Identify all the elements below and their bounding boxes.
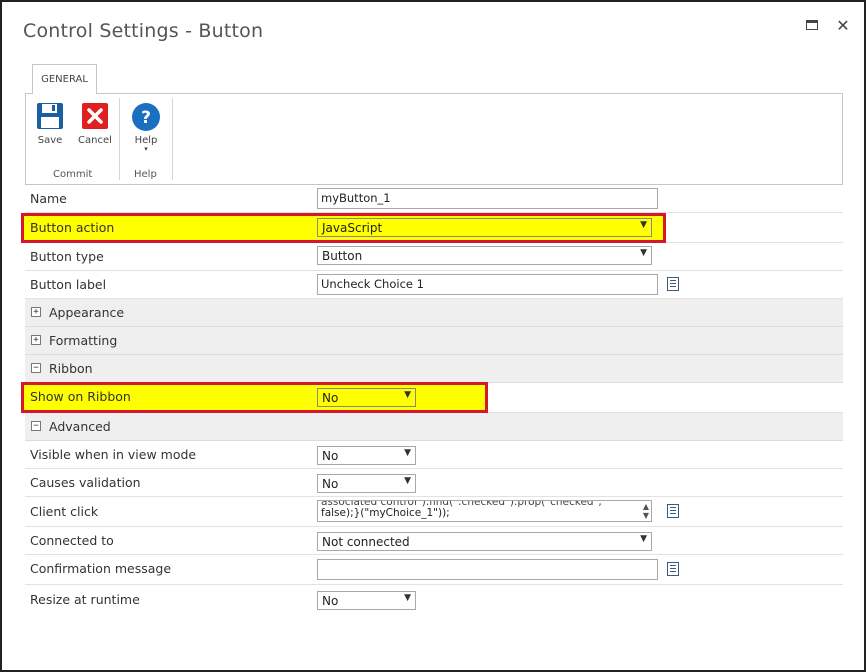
section-advanced[interactable]: − Advanced [25,413,843,441]
row-connected-to: Connected to Not connected ▼ [25,527,843,555]
save-button[interactable]: Save [36,102,64,146]
button-label-field[interactable]: Uncheck Choice 1 [317,274,658,295]
chevron-down-icon: ▼ [404,593,411,603]
chevron-down-icon: ▼ [404,390,411,400]
show-on-ribbon-value: No [322,391,339,405]
connected-to-value: Not connected [322,535,410,549]
dialog-window: Control Settings - Button ✕ GENERAL Save… [0,0,866,672]
edit-icon[interactable] [667,504,679,518]
row-resize-at-runtime: Resize at runtime No ▼ [25,585,843,613]
expand-icon[interactable]: + [31,307,41,317]
row-show-on-ribbon: Show on Ribbon No ▼ [21,382,843,413]
chevron-down-icon: ▼ [404,448,411,458]
connected-to-label: Connected to [30,533,114,548]
show-on-ribbon-select[interactable]: No ▼ [317,388,416,407]
expand-icon[interactable]: + [31,335,41,345]
causes-validation-select[interactable]: No ▼ [317,474,416,493]
connected-to-select[interactable]: Not connected ▼ [317,532,652,551]
save-icon [37,103,63,129]
button-label-label: Button label [30,277,107,292]
button-action-select[interactable]: JavaScript ▼ [317,218,652,237]
help-button[interactable]: ? Help ▾ [131,102,161,153]
group-label-commit: Commit [53,169,93,180]
show-on-ribbon-label: Show on Ribbon [30,389,131,404]
row-client-click: Client click associated control").find("… [25,497,843,527]
causes-validation-value: No [322,477,339,491]
ribbon-toolbar: Save Cancel ? Help ▾ Commit Help [25,93,843,185]
ribbon-label: Ribbon [49,361,93,376]
settings-form: Name myButton_1 Button action JavaScript… [21,185,843,613]
row-visible-view-mode: Visible when in view mode No ▼ [25,441,843,469]
collapse-icon[interactable]: − [31,363,41,373]
formatting-label: Formatting [49,333,118,348]
confirmation-message-field[interactable] [317,559,658,580]
svg-text:?: ? [141,108,151,128]
save-label: Save [37,135,63,146]
row-button-action: Button action JavaScript ▼ [21,213,843,243]
chevron-down-icon: ▼ [404,476,411,486]
causes-validation-label: Causes validation [30,475,141,490]
visible-view-mode-value: No [322,449,339,463]
cancel-button[interactable]: Cancel [78,102,112,146]
section-ribbon[interactable]: − Ribbon [25,355,843,383]
ribbon-group-separator [172,98,173,180]
visible-view-mode-select[interactable]: No ▼ [317,446,416,465]
resize-at-runtime-select[interactable]: No ▼ [317,591,416,610]
row-causes-validation: Causes validation No ▼ [25,469,843,497]
edit-icon[interactable] [667,277,679,291]
name-label: Name [30,191,67,206]
group-label-help: Help [134,169,157,180]
section-formatting[interactable]: + Formatting [25,327,843,355]
dialog-title: Control Settings - Button [23,20,264,42]
cancel-icon [81,103,108,129]
ribbon-group-separator [119,98,120,180]
close-icon[interactable]: ✕ [833,15,853,35]
cancel-label: Cancel [78,135,112,146]
chevron-down-icon: ▼ [640,534,647,544]
button-type-label: Button type [30,249,104,264]
client-click-line: false);}("myChoice_1")); [321,507,450,519]
chevron-down-icon: ▼ [640,248,647,258]
confirmation-message-label: Confirmation message [30,561,172,576]
scroll-arrows-icon[interactable]: ▲ ▼ [643,502,649,520]
row-button-type: Button type Button ▼ [25,243,843,271]
edit-icon[interactable] [667,562,679,576]
client-click-textarea[interactable]: associated control").find(":checked").pr… [317,500,652,522]
resize-at-runtime-label: Resize at runtime [30,592,140,607]
resize-at-runtime-value: No [322,594,339,608]
button-type-select[interactable]: Button ▼ [317,246,652,265]
help-icon: ? [132,103,160,131]
row-button-label: Button label Uncheck Choice 1 [25,271,843,299]
button-type-value: Button [322,249,363,263]
advanced-label: Advanced [49,419,111,434]
chevron-down-icon: ▾ [144,145,148,153]
maximize-icon[interactable] [802,15,822,35]
name-field[interactable]: myButton_1 [317,188,658,209]
button-action-label: Button action [30,220,115,235]
row-name: Name myButton_1 [25,185,843,213]
chevron-down-icon: ▼ [640,220,647,230]
client-click-label: Client click [30,504,99,519]
collapse-icon[interactable]: − [31,421,41,431]
row-confirmation-message: Confirmation message [25,555,843,585]
tab-general[interactable]: GENERAL [32,64,97,94]
section-appearance[interactable]: + Appearance [25,299,843,327]
visible-view-mode-label: Visible when in view mode [30,447,197,462]
appearance-label: Appearance [49,305,125,320]
button-action-value: JavaScript [322,221,383,235]
